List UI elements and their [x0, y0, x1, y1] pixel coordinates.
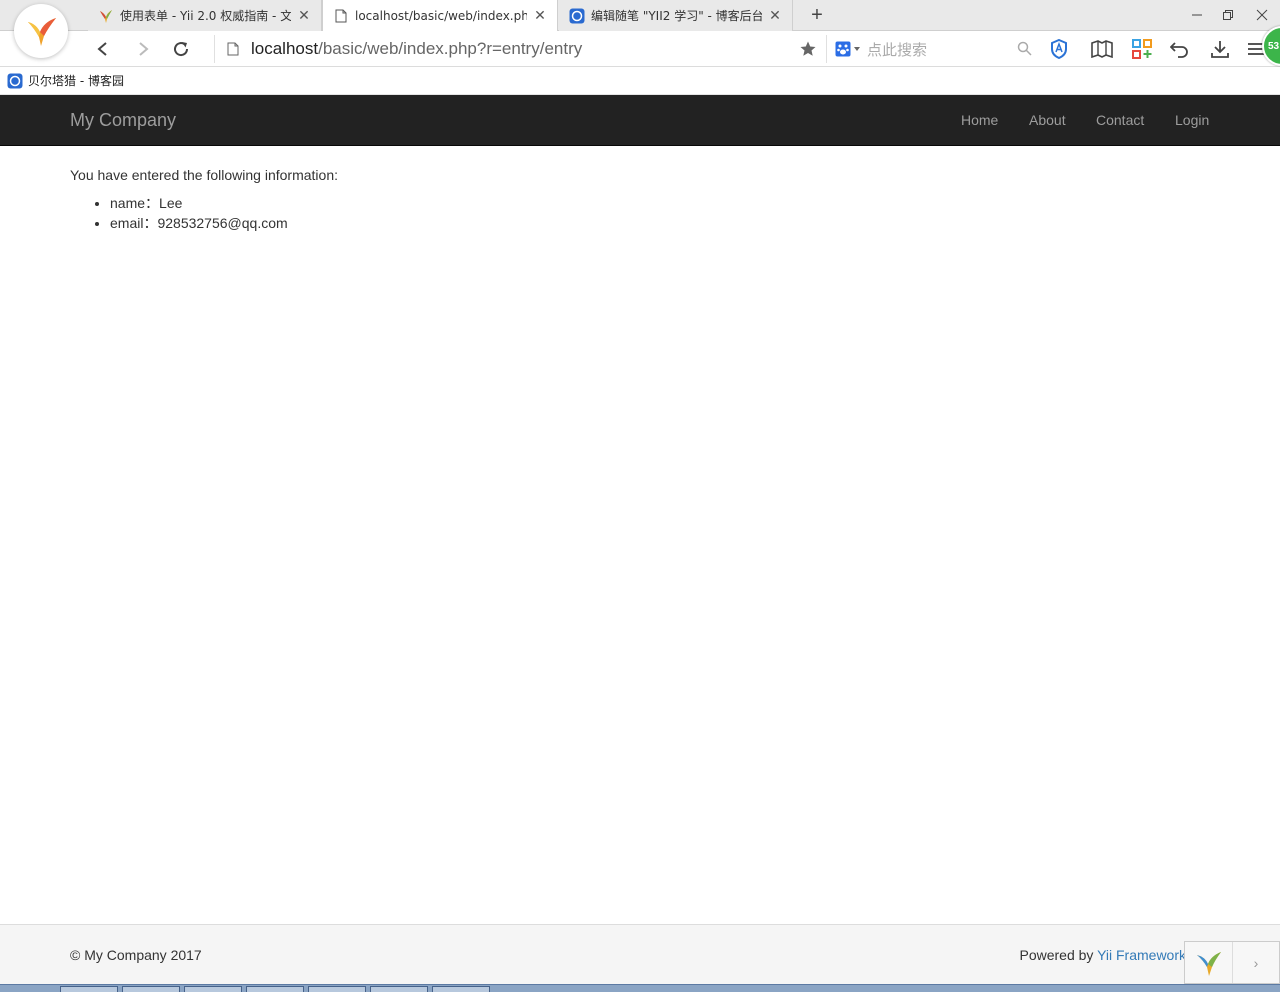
nav-about[interactable]: About [1029, 112, 1066, 128]
reading-mode-icon[interactable] [1090, 37, 1114, 61]
search-input[interactable]: 点此搜索 [826, 35, 1038, 63]
list-item: name：Lee [110, 193, 338, 213]
taskbar-button[interactable] [122, 986, 180, 992]
copyright-text: © My Company 2017 [70, 947, 202, 963]
tab-close-icon[interactable]: ✕ [533, 8, 547, 24]
field-value: 928532756@qq.com [157, 215, 288, 231]
search-placeholder: 点此搜索 [867, 40, 928, 59]
chevron-right-icon[interactable]: › [1233, 942, 1279, 983]
new-tab-plus-icon[interactable]: + [806, 4, 828, 26]
restore-icon[interactable] [1211, 0, 1245, 30]
yii-framework-link[interactable]: Yii Framework [1097, 947, 1186, 963]
field-value: Lee [159, 195, 183, 211]
tab-cnblogs-edit[interactable]: 编辑随笔 "YII2 学习" - 博客后台 - 博客园 ✕ [559, 0, 793, 31]
main-content: You have entered the following informati… [70, 167, 338, 233]
taskbar-button[interactable] [308, 986, 366, 992]
field-separator: ： [143, 215, 158, 231]
yii-debug-toolbar[interactable]: › [1184, 941, 1280, 984]
shield-icon[interactable] [1047, 37, 1071, 61]
forward-icon[interactable] [130, 37, 156, 61]
taskbar-button[interactable] [432, 986, 490, 992]
yii-favicon-icon [98, 8, 114, 24]
cnblogs-favicon-icon [569, 8, 585, 24]
download-icon[interactable] [1208, 37, 1232, 61]
entry-list: name：Lee email：928532756@qq.com [110, 193, 338, 233]
os-taskbar [0, 984, 1280, 992]
yii-logo-icon[interactable] [1185, 942, 1233, 983]
taskbar-button[interactable] [246, 986, 304, 992]
cnblogs-favicon-icon [7, 73, 23, 89]
browser-toolbar: localhost/basic/web/index.php?r=entry/en… [0, 31, 1280, 67]
undo-close-icon[interactable] [1168, 37, 1192, 61]
browser-tab-bar: 使用表单 - Yii 2.0 权威指南 - 文档 - Yii Framework… [0, 0, 1280, 32]
intro-text: You have entered the following informati… [70, 167, 338, 183]
bookmark-item[interactable]: 贝尔塔猎 - 博客园 [28, 72, 124, 89]
page-icon [227, 42, 239, 56]
tab-title: 使用表单 - Yii 2.0 权威指南 - 文档 - Yii Framework [120, 9, 291, 23]
address-host: localhost [251, 39, 319, 58]
taskbar-button[interactable] [60, 986, 118, 992]
taskbar-button[interactable] [370, 986, 428, 992]
bookmark-star-icon[interactable] [796, 37, 820, 61]
tab-yii-guide[interactable]: 使用表单 - Yii 2.0 权威指南 - 文档 - Yii Framework… [88, 0, 322, 31]
site-footer: © My Company 2017 Powered by Yii Framewo… [0, 924, 1280, 984]
nav-home[interactable]: Home [961, 112, 998, 128]
magnifier-icon[interactable] [1017, 41, 1032, 56]
nav-contact[interactable]: Contact [1096, 112, 1144, 128]
site-navbar: My Company Home About Contact Login [0, 95, 1280, 146]
browser-logo-icon[interactable] [14, 4, 68, 58]
tab-close-icon[interactable]: ✕ [768, 8, 782, 24]
field-label: name [110, 195, 146, 211]
address-path: /basic/web/index.php?r=entry/entry [318, 39, 583, 58]
taskbar-button[interactable] [184, 986, 242, 992]
powered-prefix: Powered by [1019, 947, 1098, 963]
tab-title: localhost/basic/web/index.php?r=entry/en… [355, 9, 527, 23]
brand-link[interactable]: My Company [70, 110, 176, 131]
apps-grid-icon[interactable] [1130, 37, 1154, 61]
back-icon[interactable] [90, 37, 116, 61]
tab-title: 编辑随笔 "YII2 学习" - 博客后台 - 博客园 [591, 9, 762, 23]
list-item: email：928532756@qq.com [110, 213, 338, 233]
minimize-icon[interactable] [1180, 0, 1214, 30]
baidu-paw-icon[interactable] [835, 41, 861, 57]
field-label: email [110, 215, 144, 231]
field-separator: ： [145, 195, 160, 211]
close-window-icon[interactable] [1245, 0, 1279, 30]
nav-login[interactable]: Login [1175, 112, 1209, 128]
address-bar[interactable]: localhost/basic/web/index.php?r=entry/en… [214, 35, 822, 63]
tab-close-icon[interactable]: ✕ [297, 8, 311, 24]
reload-icon[interactable] [168, 37, 194, 61]
tab-localhost-entry[interactable]: localhost/basic/web/index.php?r=entry/en… [322, 0, 558, 32]
powered-by-text: Powered by Yii Framework [1019, 947, 1186, 963]
bookmarks-bar: 贝尔塔猎 - 博客园 [0, 67, 1280, 95]
page-favicon-icon [333, 8, 349, 24]
